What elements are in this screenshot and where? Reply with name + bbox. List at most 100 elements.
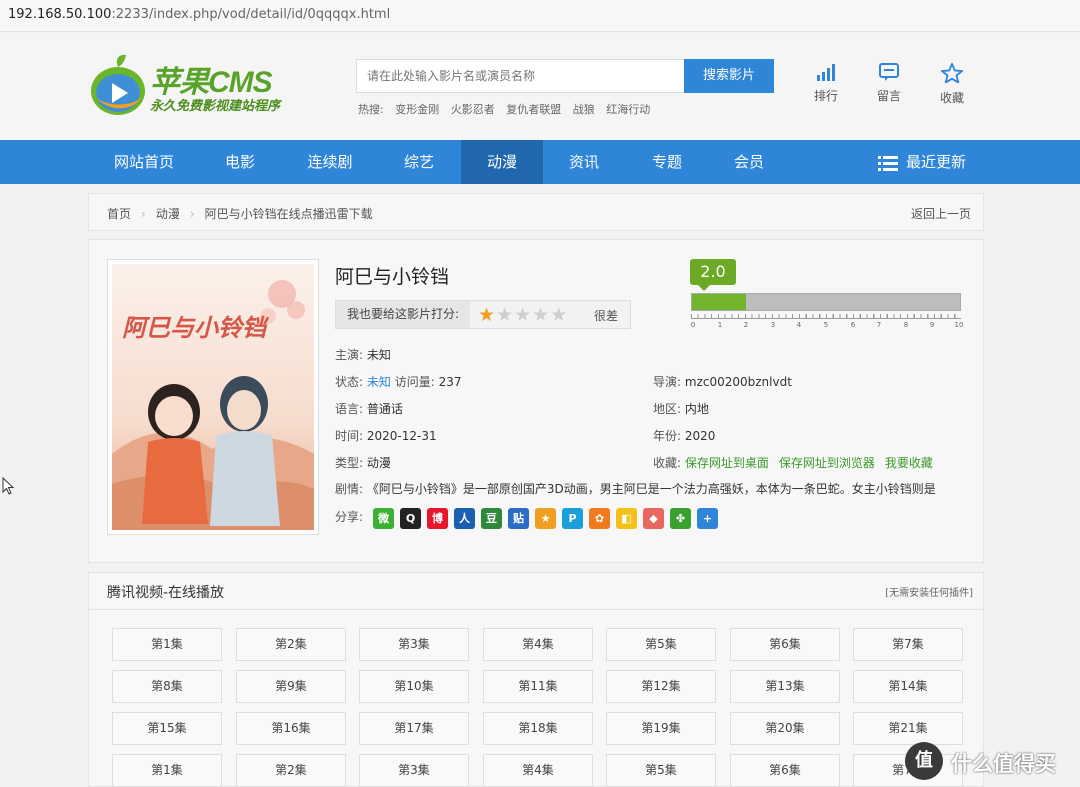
episode-button[interactable]: 第4集 xyxy=(483,754,593,787)
logo-subtitle: 永久免费影视建站程序 xyxy=(150,99,281,114)
status-value[interactable]: 未知 xyxy=(367,375,391,389)
rank-link[interactable]: 排行 xyxy=(806,63,846,104)
message-label: 留言 xyxy=(876,89,901,103)
tsohu-icon[interactable]: ◧ xyxy=(616,508,637,529)
poster-title: 阿巳与小铃铛 xyxy=(122,314,266,342)
episode-button[interactable]: 第20集 xyxy=(730,712,840,745)
rating-label: 我也要给这影片打分: xyxy=(336,301,470,328)
search-button[interactable]: 搜索影片 xyxy=(684,59,774,93)
episode-button[interactable]: 第1集 xyxy=(112,628,222,661)
qzone-icon[interactable]: ★ xyxy=(535,508,556,529)
netease-icon[interactable]: ◆ xyxy=(643,508,664,529)
clover-icon[interactable]: ✤ xyxy=(670,508,691,529)
episode-button[interactable]: 第19集 xyxy=(606,712,716,745)
star-empty-icon[interactable]: ★ xyxy=(496,304,514,326)
watermark: 值 什么值得买 xyxy=(905,742,1075,782)
episode-button[interactable]: 第18集 xyxy=(483,712,593,745)
episode-button[interactable]: 第14集 xyxy=(853,670,963,703)
hot-word[interactable]: 战狼 xyxy=(573,103,595,116)
episode-button[interactable]: 第3集 xyxy=(359,628,469,661)
address-bar[interactable]: 192.168.50.100:2233/index.php/vod/detail… xyxy=(0,0,1080,32)
nav-series[interactable]: 连续剧 xyxy=(289,140,371,184)
episode-button[interactable]: 第1集 xyxy=(112,754,222,787)
favorite-label: 收藏 xyxy=(939,91,964,105)
episode-button[interactable]: 第5集 xyxy=(606,628,716,661)
episode-button[interactable]: 第2集 xyxy=(236,754,346,787)
poster[interactable]: 阿巳与小铃铛 xyxy=(107,259,319,535)
area-key: 地区: xyxy=(653,402,682,416)
nav-anime[interactable]: 动漫 xyxy=(461,140,543,184)
nav-topic[interactable]: 专题 xyxy=(626,140,708,184)
episode-button[interactable]: 第12集 xyxy=(606,670,716,703)
save-browser-link[interactable]: 保存网址到浏览器 xyxy=(779,456,875,470)
hot-word[interactable]: 变形金刚 xyxy=(395,103,439,116)
mouse-cursor-icon xyxy=(2,477,14,495)
video-title: 阿巳与小铃铛 xyxy=(335,266,450,288)
score-scale: 0 1 2 3 4 5 6 7 8 9 10 xyxy=(691,314,963,330)
star-filled-icon[interactable]: ★ xyxy=(478,304,496,326)
url-text[interactable]: 192.168.50.100:2233/index.php/vod/detail… xyxy=(8,7,390,22)
episode-button[interactable]: 第6集 xyxy=(730,754,840,787)
nav-movie[interactable]: 电影 xyxy=(199,140,281,184)
episode-button[interactable]: 第6集 xyxy=(730,628,840,661)
breadcrumb: 首页 › 动漫 › 阿巴与小铃铛在线点播迅雷下载 返回上一页 xyxy=(88,193,984,231)
episode-button[interactable]: 第4集 xyxy=(483,628,593,661)
nav-news[interactable]: 资讯 xyxy=(543,140,625,184)
plot-key: 剧情: xyxy=(335,482,364,496)
episode-note: [无需安装任何插件] xyxy=(885,588,973,599)
episode-button[interactable]: 第5集 xyxy=(606,754,716,787)
episode-button[interactable]: 第16集 xyxy=(236,712,346,745)
site-logo[interactable]: 苹果CMS 永久免费影视建站程序 xyxy=(88,53,308,117)
episode-header: 腾讯视频-在线播放 [无需安装任何插件] xyxy=(89,573,983,610)
episode-button[interactable]: 第13集 xyxy=(730,670,840,703)
nav-member[interactable]: 会员 xyxy=(708,140,790,184)
main-nav: 网站首页 电影 连续剧 综艺 动漫 资讯 专题 会员 最近更新 xyxy=(0,140,1080,184)
year-key: 年份: xyxy=(653,429,682,443)
hot-word[interactable]: 复仇者联盟 xyxy=(506,103,561,116)
douban-icon[interactable]: 豆 xyxy=(481,508,502,529)
nav-home[interactable]: 网站首页 xyxy=(103,140,185,184)
save-desktop-link[interactable]: 保存网址到桌面 xyxy=(685,456,769,470)
renren-icon[interactable]: 人 xyxy=(454,508,475,529)
episode-button[interactable]: 第3集 xyxy=(359,754,469,787)
breadcrumb-home[interactable]: 首页 xyxy=(107,207,131,221)
status-row: 状态: 未知 访问量: 237 xyxy=(335,373,462,390)
episode-button[interactable]: 第7集 xyxy=(853,628,963,661)
time-row: 时间: 2020-12-31 xyxy=(335,427,437,444)
hot-search-label: 热搜: xyxy=(358,103,384,116)
more-share-icon[interactable]: + xyxy=(697,508,718,529)
apple-logo-icon xyxy=(91,54,145,115)
plot-value: 《阿巳与小铃铛》是一部原创国产3D动画，男主阿巳是一个法力高强妖，本体为一条巴蛇… xyxy=(366,482,936,496)
nav-recent[interactable]: 最近更新 xyxy=(878,140,966,184)
episode-button[interactable]: 第21集 xyxy=(853,712,963,745)
nav-recent-label: 最近更新 xyxy=(906,153,967,171)
list-icon xyxy=(878,155,898,171)
star-empty-icon[interactable]: ★ xyxy=(532,304,550,326)
hot-word[interactable]: 红海行动 xyxy=(606,103,650,116)
rating-stars[interactable]: ★★★★★ xyxy=(478,304,568,326)
kaixin-icon[interactable]: ✿ xyxy=(589,508,610,529)
episode-button[interactable]: 第10集 xyxy=(359,670,469,703)
hot-word[interactable]: 火影忍者 xyxy=(451,103,495,116)
wechat-icon[interactable]: 微 xyxy=(373,508,394,529)
breadcrumb-current[interactable]: 阿巴与小铃铛在线点播迅雷下载 xyxy=(205,207,373,221)
episode-button[interactable]: 第2集 xyxy=(236,628,346,661)
star-empty-icon[interactable]: ★ xyxy=(514,304,532,326)
back-link[interactable]: 返回上一页 xyxy=(911,205,971,222)
tieba-icon[interactable]: 贴 xyxy=(508,508,529,529)
favorite-link[interactable]: 收藏 xyxy=(932,63,972,106)
add-favorite-link[interactable]: 我要收藏 xyxy=(885,456,933,470)
episode-button[interactable]: 第11集 xyxy=(483,670,593,703)
episode-button[interactable]: 第8集 xyxy=(112,670,222,703)
episode-button[interactable]: 第17集 xyxy=(359,712,469,745)
qq-icon[interactable]: Q xyxy=(400,508,421,529)
episode-button[interactable]: 第15集 xyxy=(112,712,222,745)
episode-button[interactable]: 第9集 xyxy=(236,670,346,703)
search-input[interactable] xyxy=(356,59,686,93)
nav-variety[interactable]: 综艺 xyxy=(378,140,460,184)
pinterest-icon[interactable]: P xyxy=(562,508,583,529)
weibo-icon[interactable]: 博 xyxy=(427,508,448,529)
message-link[interactable]: 留言 xyxy=(869,63,909,104)
breadcrumb-category[interactable]: 动漫 xyxy=(156,207,180,221)
star-empty-icon[interactable]: ★ xyxy=(550,304,568,326)
